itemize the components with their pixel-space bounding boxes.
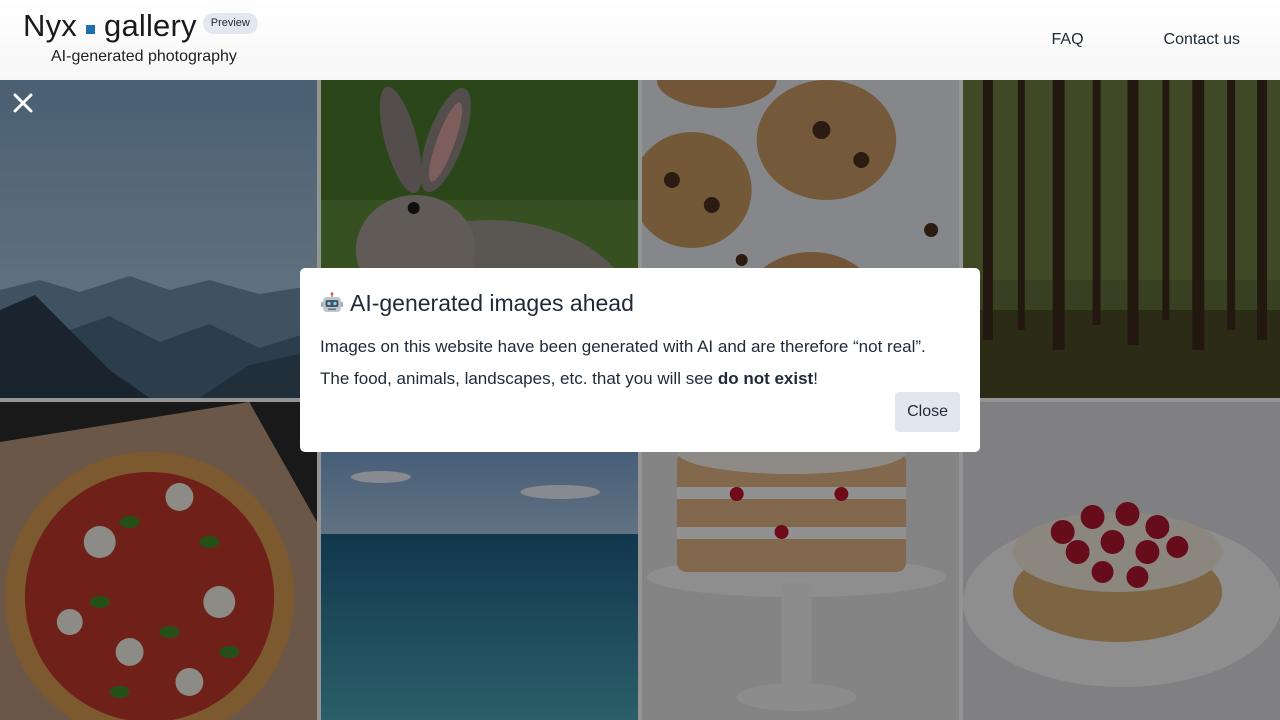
brand-dot-icon [86, 24, 95, 34]
close-icon[interactable] [12, 92, 34, 114]
brand-tagline: AI-generated photography [51, 48, 237, 65]
brand-name-second: gallery [104, 8, 197, 43]
top-nav: FAQ Contact us [1052, 31, 1241, 49]
dialog-line-2-suffix: ! [813, 369, 818, 388]
dialog-title-text: AI-generated images ahead [350, 290, 634, 316]
close-x-icon [13, 93, 33, 113]
dialog-line-2-prefix: The food, animals, landscapes, etc. that… [320, 369, 718, 388]
dialog-line-2: The food, animals, landscapes, etc. that… [320, 363, 960, 395]
brand-name-first: Nyx [23, 8, 77, 43]
dialog-body: Images on this website have been generat… [320, 331, 960, 395]
ai-warning-dialog: AI-generated images ahead Images on this… [300, 268, 980, 452]
dialog-line-1: Images on this website have been generat… [320, 337, 926, 356]
close-button[interactable]: Close [895, 392, 960, 432]
preview-badge: Preview [202, 12, 258, 34]
nav-faq-link[interactable]: FAQ [1052, 31, 1084, 49]
nav-contact-link[interactable]: Contact us [1164, 31, 1240, 49]
brand[interactable]: Nyx gallery Preview AI-generated photogr… [23, 8, 258, 66]
dialog-emphasis: do not exist [717, 369, 814, 388]
brand-logo[interactable]: Nyx gallery [23, 8, 197, 44]
robot-icon [320, 291, 344, 316]
site-header: Nyx gallery Preview AI-generated photogr… [0, 0, 1280, 80]
dialog-title: AI-generated images ahead [320, 290, 960, 317]
